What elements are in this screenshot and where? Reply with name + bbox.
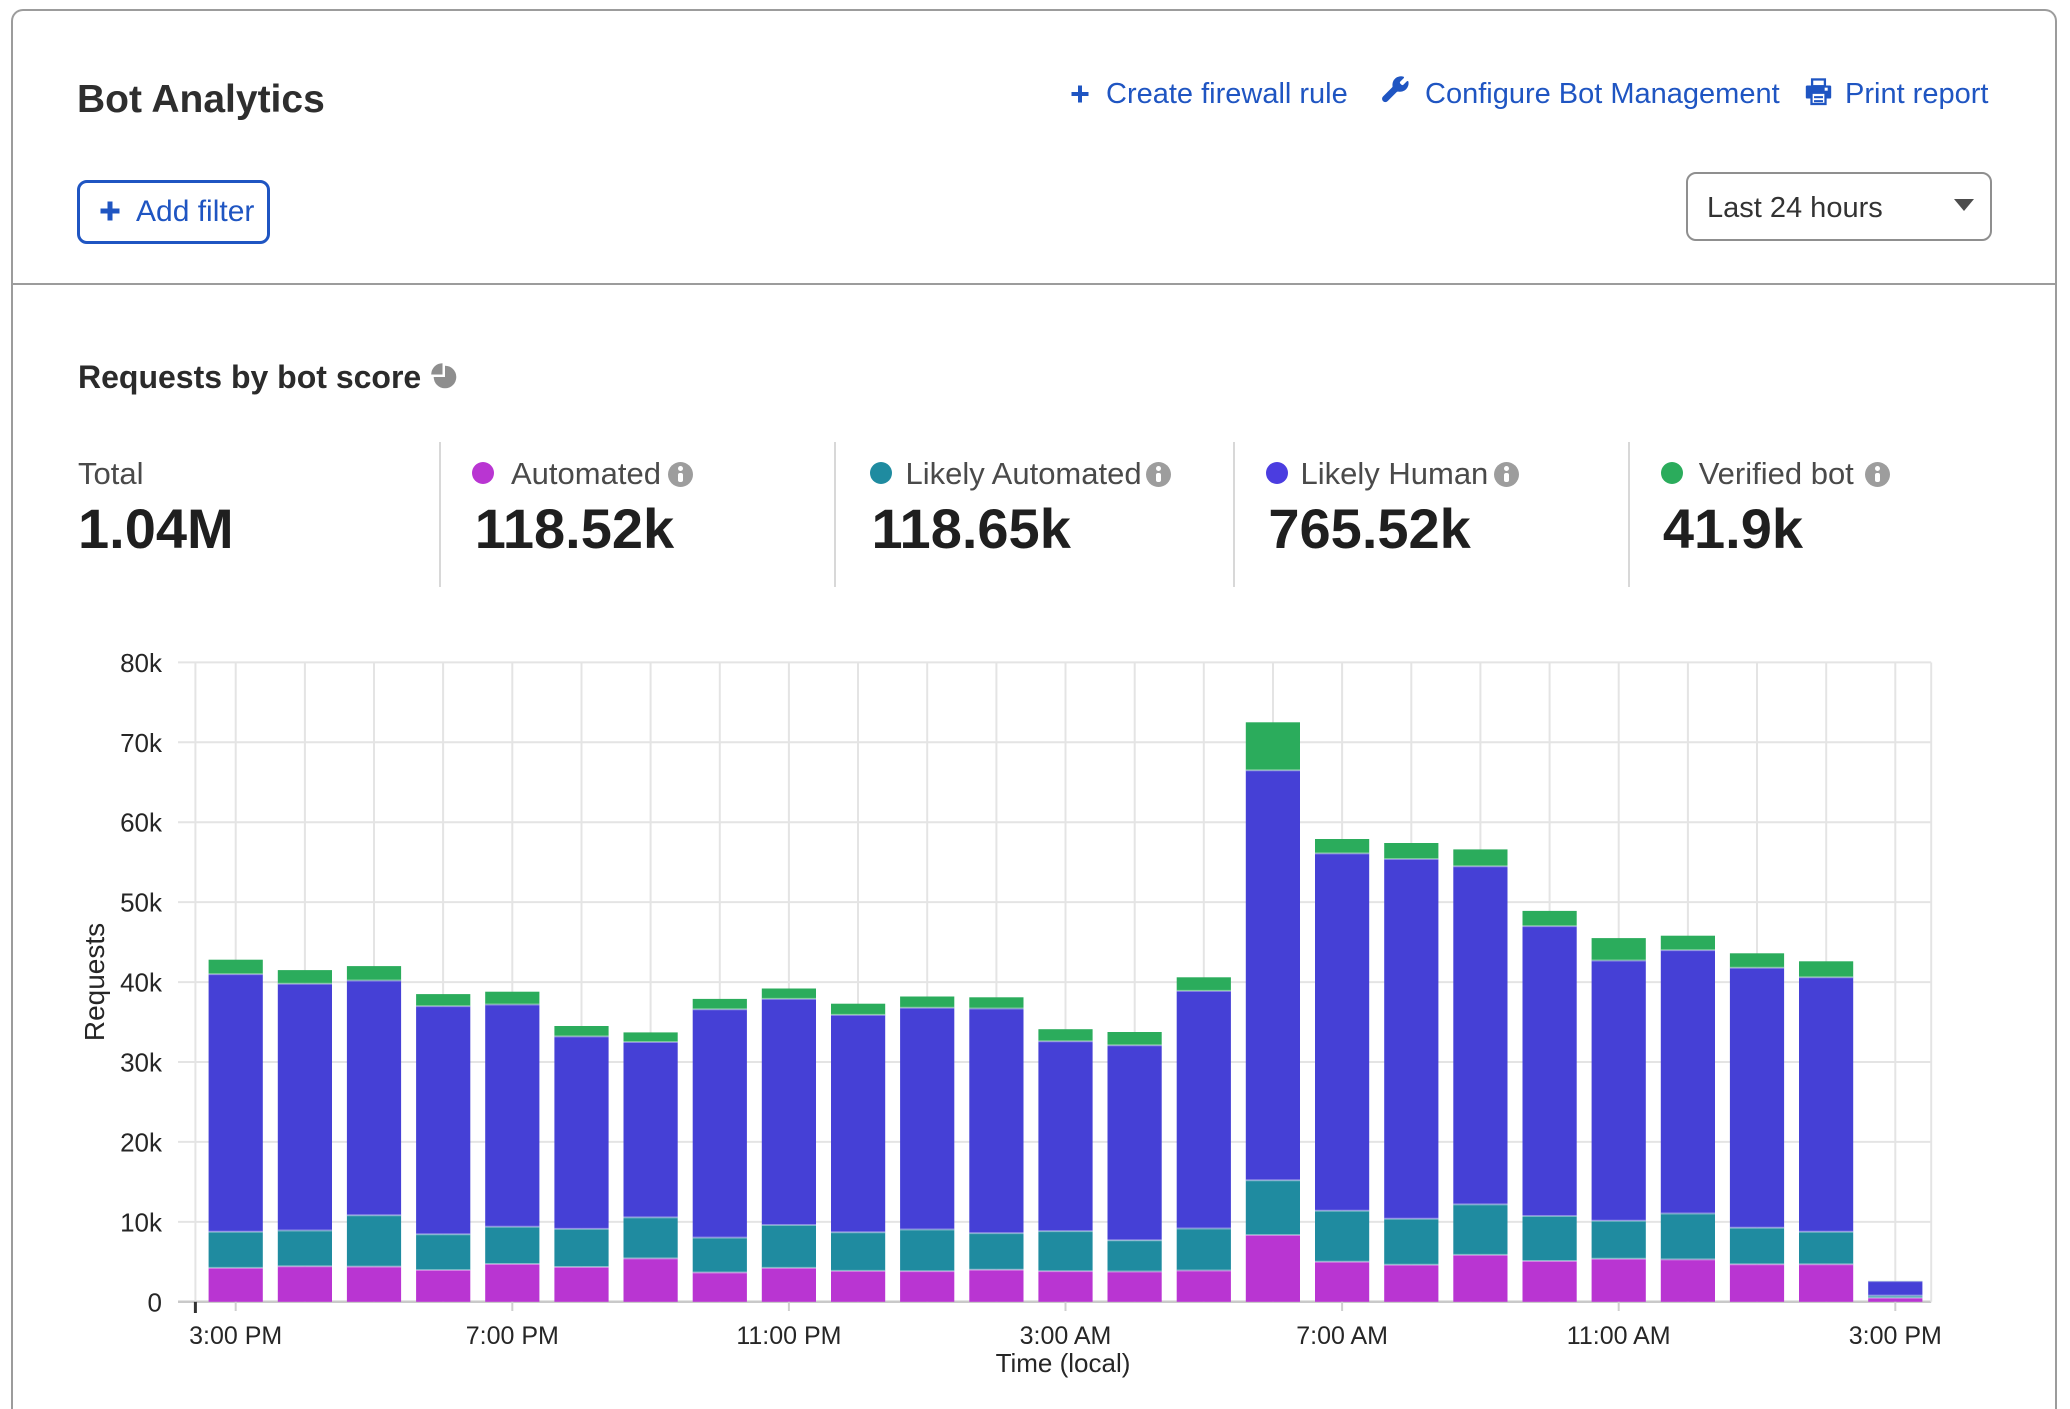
svg-text:30k: 30k (120, 1048, 163, 1078)
svg-text:80k: 80k (120, 648, 163, 678)
svg-text:60k: 60k (120, 808, 163, 838)
svg-text:3:00 PM: 3:00 PM (1849, 1322, 1942, 1350)
svg-text:3:00 PM: 3:00 PM (189, 1322, 282, 1350)
svg-text:3:00 AM: 3:00 AM (1020, 1322, 1112, 1350)
svg-text:40k: 40k (120, 968, 163, 998)
svg-text:0: 0 (148, 1287, 162, 1317)
svg-text:20k: 20k (120, 1127, 163, 1157)
svg-text:7:00 PM: 7:00 PM (466, 1322, 559, 1350)
svg-text:7:00 AM: 7:00 AM (1296, 1322, 1388, 1350)
svg-text:50k: 50k (120, 888, 163, 918)
svg-text:Time (local): Time (local) (996, 1348, 1131, 1378)
svg-text:70k: 70k (120, 728, 163, 758)
svg-text:10k: 10k (120, 1207, 163, 1237)
svg-text:Requests: Requests (79, 923, 110, 1041)
svg-text:11:00 PM: 11:00 PM (736, 1322, 841, 1350)
svg-text:11:00 AM: 11:00 AM (1567, 1322, 1671, 1350)
